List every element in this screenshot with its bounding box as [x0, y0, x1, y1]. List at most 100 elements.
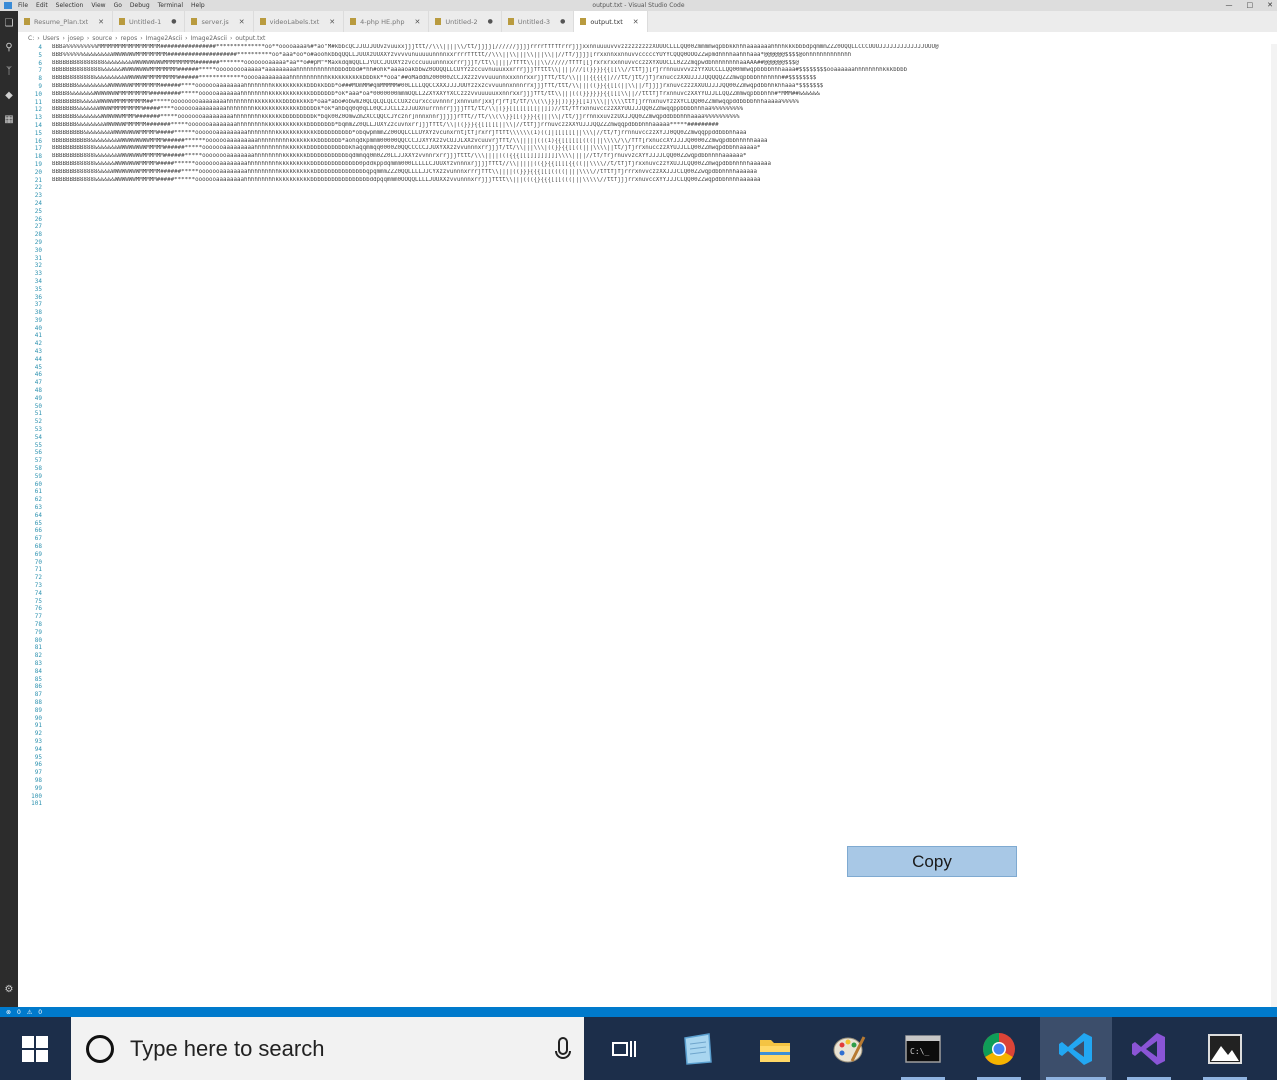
- taskbar-search[interactable]: Type here to search: [71, 1017, 584, 1080]
- line-number: 52: [34, 418, 42, 426]
- visual-studio-icon: [1132, 1032, 1165, 1065]
- breadcrumb-item[interactable]: source: [92, 35, 112, 42]
- line-number: 27: [34, 223, 42, 231]
- code-line[interactable]: BBBBBBB&&&&&&WWWWMMMMMMMMM#####****ooooo…: [52, 106, 1272, 114]
- breadcrumb-item[interactable]: repos: [121, 35, 138, 42]
- tab-label: Resume_Plan.txt: [34, 17, 89, 26]
- tab-untitled-3[interactable]: Untitled-3 ●: [502, 11, 575, 32]
- tab-untitled-1[interactable]: Untitled-1 ●: [113, 11, 186, 32]
- editor-area[interactable]: 4 5 6 7 8 9 10 11 12 13 14 15 16 17 18 19 20 21 22 23 24 25 26…: [18, 44, 1277, 1007]
- line-number: 77: [34, 613, 42, 621]
- notepad-taskbar-button[interactable]: [669, 1017, 725, 1080]
- code-line[interactable]: BBBBBBBBB888&&&&&&&WWWWWWWWMMMMM######**…: [52, 145, 1272, 153]
- extensions-icon[interactable]: ▦: [0, 107, 18, 131]
- line-number: 91: [34, 722, 42, 730]
- copy-button[interactable]: Copy: [847, 846, 1017, 877]
- code-line[interactable]: BBBBBBBB8888&&&&&&WWWWWWMMMMMM#####*****…: [52, 177, 1272, 185]
- warning-count[interactable]: 0: [38, 1009, 42, 1016]
- breadcrumb-item[interactable]: output.txt: [235, 35, 265, 42]
- start-button[interactable]: [0, 1017, 70, 1080]
- line-number: 83: [34, 659, 42, 667]
- breadcrumb-item[interactable]: Image2Ascii: [146, 35, 182, 42]
- close-tab-icon[interactable]: ✕: [415, 18, 421, 26]
- error-icon[interactable]: ⊗: [6, 1009, 11, 1016]
- code-text[interactable]: BBBa%%%%%%%%%MMMMMMMMMMMMMMMMMM#########…: [52, 44, 1272, 1007]
- minimize-icon[interactable]: —: [1226, 1, 1233, 9]
- code-line[interactable]: BBBB8&&&&&&&WWWWWWWMMMMMMMMM#########***…: [52, 91, 1272, 99]
- microphone-stand: [555, 1051, 571, 1059]
- vertical-scrollbar[interactable]: [1271, 44, 1277, 1007]
- code-line[interactable]: BBBBBBBBBB8&&&&&&&&WWWWWWWWWMMMM######**…: [52, 138, 1272, 146]
- maximize-icon[interactable]: □: [1247, 1, 1254, 9]
- tab-server-js[interactable]: server.js ✕: [185, 11, 254, 32]
- code-line[interactable]: BBBBBBB8888888&&&&&&WWWWWWWWMMMMMMMM####…: [52, 67, 1272, 75]
- chevron-right-icon: ›: [86, 34, 90, 42]
- chrome-taskbar-button[interactable]: [971, 1017, 1027, 1080]
- gear-icon[interactable]: ⚙: [0, 977, 18, 1001]
- tab-label: videoLabels.txt: [269, 17, 320, 26]
- close-tab-icon[interactable]: ✕: [329, 18, 335, 26]
- code-line[interactable]: BBBBBBB&&&&&&&WWWWWWMMMM#######*****oooo…: [52, 114, 1272, 122]
- line-number: 46: [34, 371, 42, 379]
- line-number: 59: [34, 472, 42, 480]
- code-line[interactable]: BBBBBBB888888&&&&WWWWWWWWMMMMMM######***…: [52, 169, 1272, 177]
- line-number: 75: [34, 597, 42, 605]
- line-number: 57: [34, 457, 42, 465]
- tab-label: Untitled-3: [517, 17, 551, 26]
- unsaved-dot-icon[interactable]: ●: [560, 18, 565, 25]
- unsaved-dot-icon[interactable]: ●: [488, 18, 493, 25]
- close-window-icon[interactable]: ✕: [1267, 1, 1273, 9]
- chevron-right-icon: ›: [229, 34, 233, 42]
- close-tab-icon[interactable]: ✕: [98, 18, 104, 26]
- code-line[interactable]: BBB%%%%%%&&&&&&&&WWWWWWWMMMMMMMMM#######…: [52, 52, 1272, 60]
- code-line[interactable]: BBBBBBBBB888&&&&&&&WWWWWWWMMMMMM######**…: [52, 153, 1272, 161]
- error-count[interactable]: 0: [17, 1009, 21, 1016]
- line-number: 7: [38, 67, 42, 75]
- code-line[interactable]: BBBBBBBBB&&&&&&&&WWWWWWWWMMMMM#####*****…: [52, 130, 1272, 138]
- close-tab-icon[interactable]: ✕: [239, 18, 245, 26]
- terminal-icon: C:\_: [905, 1034, 941, 1063]
- line-number: 19: [34, 160, 42, 168]
- code-line[interactable]: BBBBBBB&&&&&&&&WWWWWWMMMMMM#######*****o…: [52, 122, 1272, 130]
- breadcrumb-item[interactable]: C:: [28, 35, 34, 42]
- code-line[interactable]: BBBBBBB88888&&&&&&WWWWWWWMMMMM#####*****…: [52, 161, 1272, 169]
- tab-output-txt[interactable]: output.txt ✕: [574, 11, 648, 32]
- unsaved-dot-icon[interactable]: ●: [171, 18, 176, 25]
- line-number: 53: [34, 426, 42, 434]
- code-line[interactable]: BBBBB8888888&&&&&&&&&WWWWWWMMMMMMMMM####…: [52, 75, 1272, 83]
- breadcrumb-item[interactable]: Users: [43, 35, 60, 42]
- photos-taskbar-button[interactable]: [1197, 1017, 1253, 1080]
- tab-videolabels-txt[interactable]: videoLabels.txt ✕: [254, 11, 345, 32]
- file-icon: [191, 18, 198, 25]
- line-number: 25: [34, 207, 42, 215]
- breadcrumb-item[interactable]: josep: [68, 35, 84, 42]
- line-number: 30: [34, 246, 42, 254]
- breadcrumb: C: › Users › josep › source › repos › Image2Ascii ›…: [18, 32, 1277, 44]
- line-number: 43: [34, 348, 42, 356]
- breadcrumb-item[interactable]: Image2Ascii: [191, 35, 227, 42]
- tab-untitled-2[interactable]: Untitled-2 ●: [429, 11, 502, 32]
- line-number: 16: [34, 137, 42, 145]
- tab-4-php-he-php[interactable]: 4-php HE.php ✕: [344, 11, 430, 32]
- close-tab-icon[interactable]: ✕: [633, 18, 639, 26]
- tab-resume-plan-txt[interactable]: Resume_Plan.txt ✕: [18, 11, 114, 32]
- vscode-taskbar-button[interactable]: [1040, 1017, 1112, 1080]
- task-view-button[interactable]: [596, 1017, 652, 1080]
- code-line[interactable]: BBBa%%%%%%%%%MMMMMMMMMMMMMMMMMM#########…: [52, 44, 1272, 52]
- command-prompt-taskbar-button[interactable]: C:\_: [895, 1017, 951, 1080]
- code-line[interactable]: BBBBBBB&&&&&&&&&WWWWWWWMMMMMMMM######***…: [52, 83, 1272, 91]
- line-number: 71: [34, 566, 42, 574]
- line-number: 85: [34, 675, 42, 683]
- file-explorer-taskbar-button[interactable]: [747, 1017, 803, 1080]
- visual-studio-taskbar-button[interactable]: [1121, 1017, 1177, 1080]
- source-control-icon[interactable]: ᛉ: [0, 59, 18, 83]
- line-number: 95: [34, 753, 42, 761]
- file-icon: [580, 18, 587, 25]
- code-line[interactable]: BBBBBBB88888888&&&&&&&&WWWWWWWWWMMMMMMMM…: [52, 60, 1272, 68]
- warning-icon[interactable]: ⚠: [27, 1009, 32, 1016]
- code-line[interactable]: BBBBBBBB&&&&&WWWWWMMMMMMMMM##*****oooooo…: [52, 99, 1272, 107]
- debug-icon[interactable]: ◆: [0, 83, 18, 107]
- explorer-icon[interactable]: ❏: [0, 11, 18, 35]
- search-icon[interactable]: ⚲: [0, 35, 18, 59]
- paint-taskbar-button[interactable]: [821, 1017, 877, 1080]
